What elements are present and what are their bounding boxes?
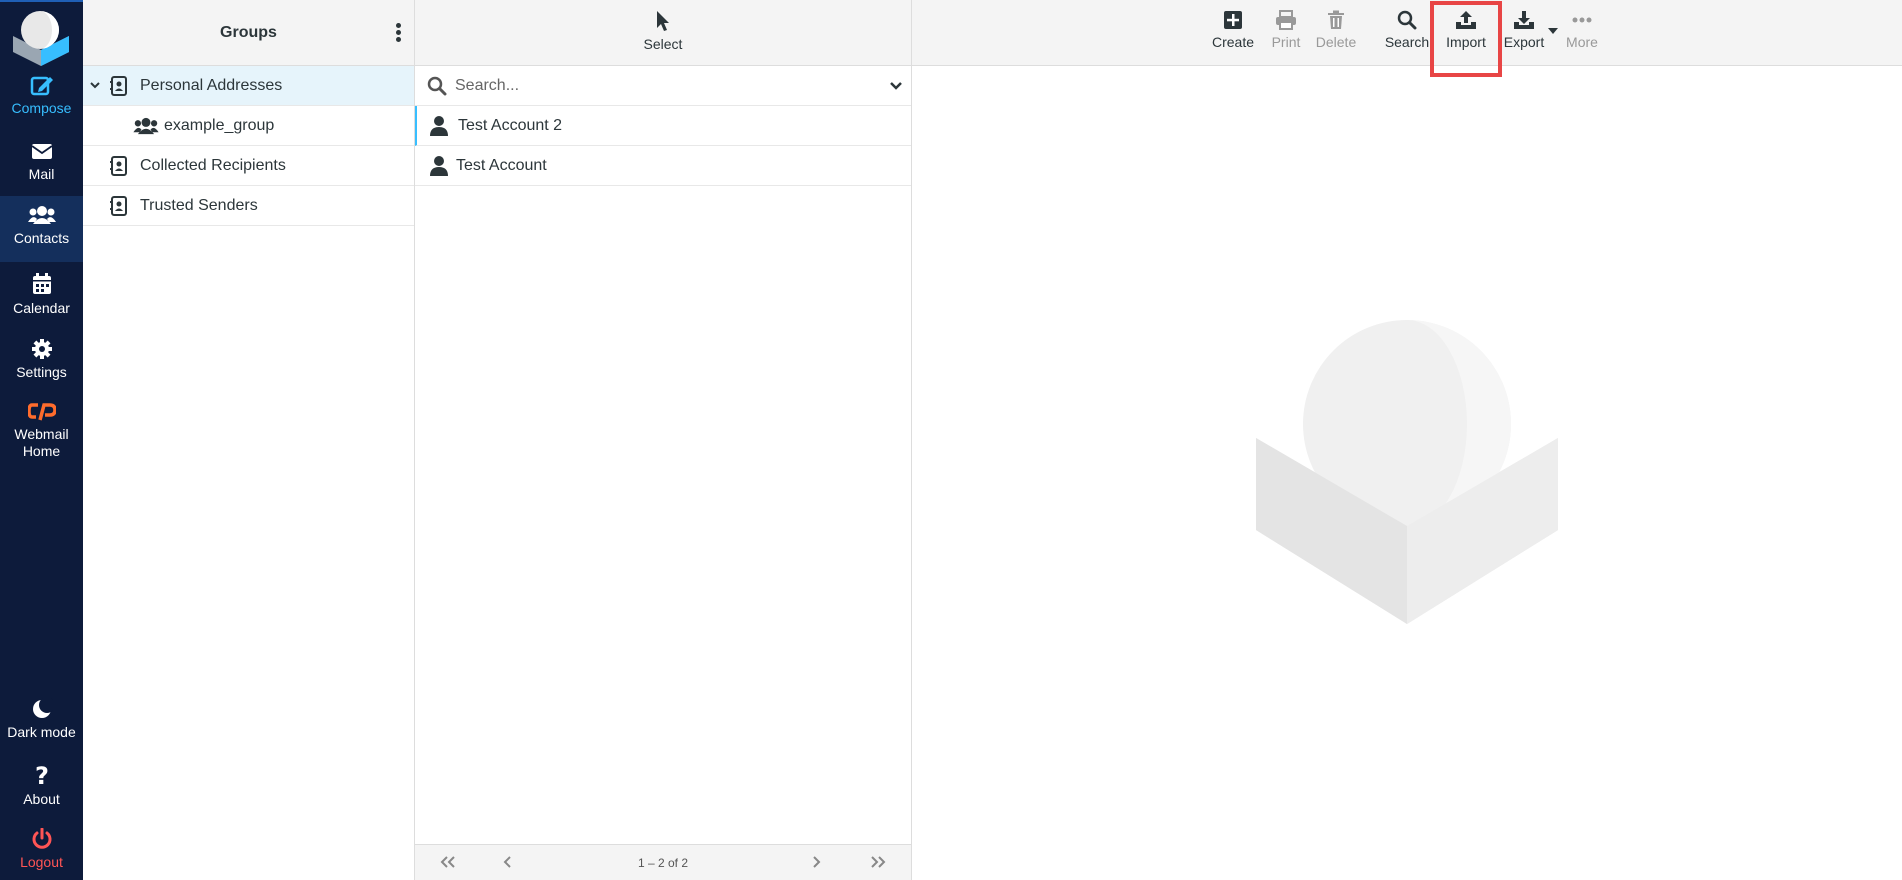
nav-mail[interactable]: Mail <box>0 140 83 202</box>
contact-row[interactable]: Test Account 2 <box>415 106 911 146</box>
export-dropdown-caret-icon[interactable] <box>1548 28 1558 34</box>
group-label: Personal Addresses <box>140 77 283 94</box>
search-icon <box>427 76 447 96</box>
more-button[interactable]: More <box>1562 10 1602 50</box>
users-icon <box>27 206 56 224</box>
nav-logout[interactable]: Logout <box>0 828 83 880</box>
group-label: Collected Recipients <box>140 157 286 174</box>
toolbar: Create Print Delete Search Import Export… <box>912 0 1902 77</box>
search-button[interactable]: Search <box>1384 10 1430 50</box>
nav-about[interactable]: ? About <box>0 763 83 825</box>
envelope-icon <box>30 144 53 159</box>
nav-calendar-label: Calendar <box>13 300 70 316</box>
cpanel-icon <box>27 403 56 421</box>
last-page-icon[interactable] <box>869 855 887 869</box>
pointer-icon <box>657 11 669 31</box>
gear-icon <box>31 339 52 359</box>
nav-webmail-label-2: Home <box>22 443 61 459</box>
nav-webmail-label-1: Webmail <box>14 426 69 442</box>
groups-options-menu-icon[interactable] <box>390 22 406 44</box>
contact-row[interactable]: Test Account <box>415 146 911 186</box>
nav-contacts[interactable]: Contacts <box>0 196 83 262</box>
group-example-group[interactable]: example_group <box>83 106 414 146</box>
create-button[interactable]: Create <box>1210 10 1256 50</box>
download-icon <box>1514 11 1534 29</box>
more-label: More <box>1566 34 1598 50</box>
calendar-icon <box>32 273 51 294</box>
address-book-icon <box>110 196 127 216</box>
group-label: Trusted Senders <box>140 197 258 214</box>
print-label: Print <box>1271 34 1301 50</box>
groups-panel: Groups Personal Addresses example_group <box>83 0 415 880</box>
ellipsis-icon <box>1572 17 1592 23</box>
user-icon <box>430 156 448 176</box>
contacts-header: Select <box>415 0 911 66</box>
export-label: Export <box>1503 34 1545 50</box>
group-icon <box>133 117 159 135</box>
export-button[interactable]: Export <box>1501 10 1547 50</box>
delete-label: Delete <box>1315 34 1357 50</box>
page-count: 1 – 2 of 2 <box>637 856 689 870</box>
nav-dark-mode-label: Dark mode <box>7 724 76 740</box>
address-book-icon <box>110 156 127 176</box>
address-book-icon <box>110 76 127 96</box>
question-icon: ? <box>35 763 49 787</box>
import-highlight-box <box>1430 1 1502 77</box>
print-button[interactable]: Print <box>1267 10 1305 50</box>
contact-name: Test Account 2 <box>458 117 563 134</box>
nav-compose-label: Compose <box>11 100 72 116</box>
delete-button[interactable]: Delete <box>1314 10 1358 50</box>
search-input[interactable] <box>455 74 855 98</box>
plus-square-icon <box>1224 11 1242 29</box>
group-personal-addresses[interactable]: Personal Addresses <box>83 66 414 106</box>
group-collected-recipients[interactable]: Collected Recipients <box>83 146 414 186</box>
roundcube-watermark-icon <box>1256 320 1558 624</box>
groups-header: Groups <box>83 0 414 66</box>
pagination-bar: 1 – 2 of 2 <box>415 844 911 880</box>
power-icon <box>32 828 51 849</box>
user-icon <box>430 116 448 136</box>
trash-icon <box>1328 10 1344 29</box>
next-page-icon[interactable] <box>811 855 821 869</box>
contact-name: Test Account <box>456 157 547 174</box>
contact-details-panel: Create Print Delete Search Import Export… <box>912 0 1902 880</box>
roundcube-logo[interactable] <box>9 6 73 68</box>
svg-text:?: ? <box>35 763 49 787</box>
nav-logout-label: Logout <box>20 854 63 870</box>
group-label: example_group <box>164 117 275 134</box>
main-navigation: Compose Mail Contacts Calendar Settings … <box>0 0 83 880</box>
search-label: Search <box>1384 34 1430 50</box>
nav-webmail-home[interactable]: Webmail Home <box>0 402 83 466</box>
create-label: Create <box>1211 34 1255 50</box>
nav-contacts-label: Contacts <box>13 230 70 246</box>
groups-title: Groups <box>220 24 277 41</box>
group-trusted-senders[interactable]: Trusted Senders <box>83 186 414 226</box>
nav-dark-mode[interactable]: Dark mode <box>0 698 83 760</box>
search-options-chevron-icon[interactable] <box>889 79 903 93</box>
nav-settings-label: Settings <box>16 364 67 380</box>
contacts-search-bar <box>415 66 911 106</box>
chevron-down-icon[interactable] <box>89 79 101 91</box>
select-label: Select <box>643 36 683 52</box>
contacts-list-panel: Select Test Account 2 Test Account <box>415 0 912 880</box>
printer-icon <box>1276 10 1296 30</box>
moon-icon <box>32 698 53 718</box>
nav-compose[interactable]: Compose <box>0 74 83 136</box>
search-icon <box>1397 10 1417 30</box>
select-button[interactable]: Select <box>415 10 911 52</box>
nav-settings[interactable]: Settings <box>0 338 83 400</box>
nav-about-label: About <box>23 791 60 807</box>
nav-calendar[interactable]: Calendar <box>0 272 83 334</box>
nav-mail-label: Mail <box>28 166 55 182</box>
compose-icon <box>30 76 53 96</box>
